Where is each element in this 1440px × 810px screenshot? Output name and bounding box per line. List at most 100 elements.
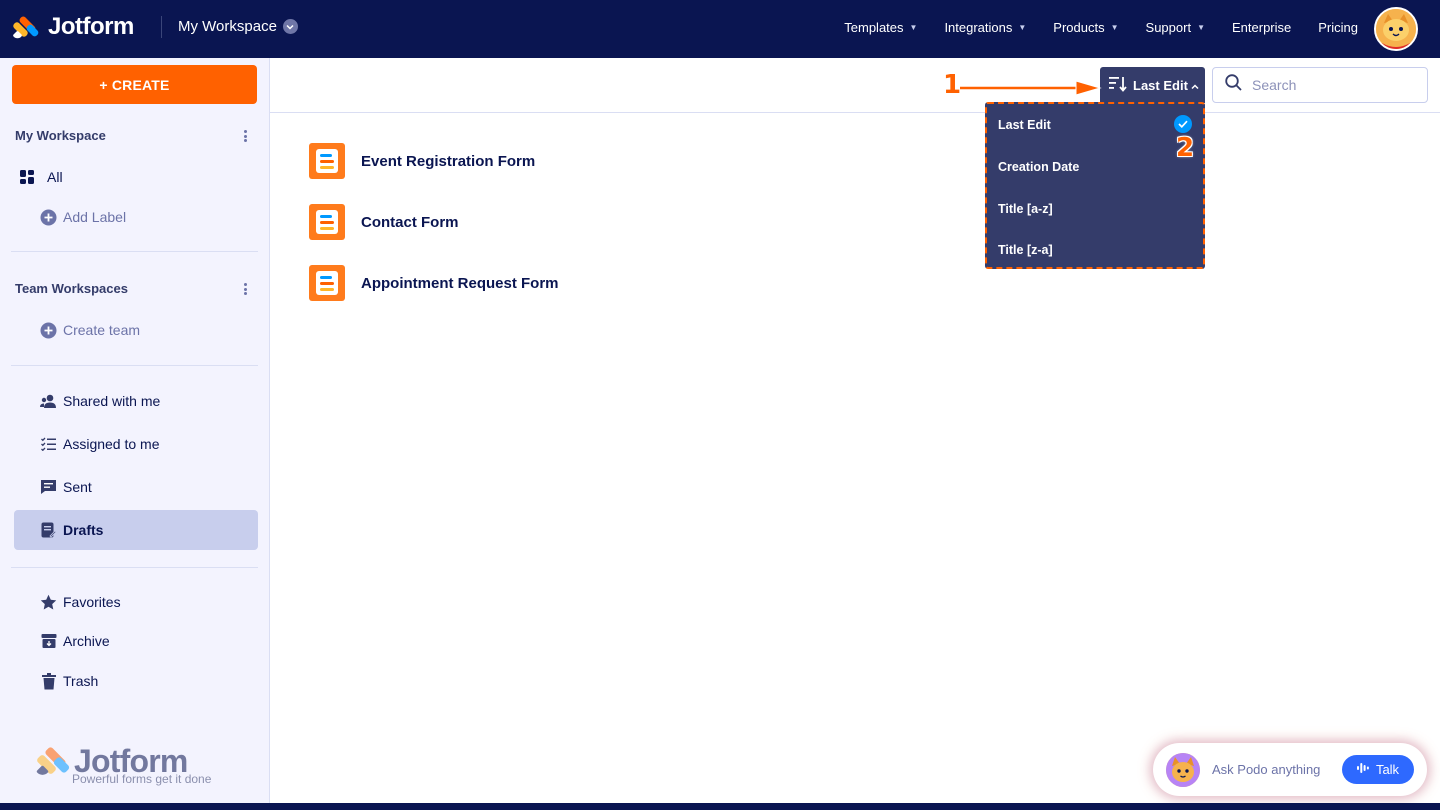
add-label-button[interactable]: Add Label xyxy=(14,197,258,237)
nav-support[interactable]: Support ▼ xyxy=(1146,20,1205,35)
chevron-down-icon: ▼ xyxy=(1197,23,1205,32)
sort-option-last-edit[interactable]: Last Edit xyxy=(998,110,1194,140)
sidebar-item-label: Trash xyxy=(63,673,99,689)
divider xyxy=(11,365,258,366)
draft-icon xyxy=(40,522,57,539)
voice-wave-icon xyxy=(1356,762,1369,777)
nav-integrations[interactable]: Integrations ▼ xyxy=(944,20,1026,35)
plus-circle-icon xyxy=(40,209,57,226)
user-avatar[interactable] xyxy=(1374,7,1418,51)
sort-icon xyxy=(1109,76,1127,95)
form-icon xyxy=(309,143,345,179)
bottom-bar xyxy=(0,803,1440,810)
nav-enterprise[interactable]: Enterprise xyxy=(1232,20,1291,35)
more-options-icon[interactable] xyxy=(240,281,250,297)
sidebar-item-label: Archive xyxy=(63,633,110,649)
message-icon xyxy=(40,479,57,496)
podo-prompt: Ask Podo anything xyxy=(1212,762,1321,777)
nav-link-label: Support xyxy=(1145,20,1192,35)
sort-option-title-az[interactable]: Title [a-z] xyxy=(998,194,1194,224)
workspace-switcher[interactable]: My Workspace xyxy=(178,18,298,35)
check-icon xyxy=(1174,115,1192,133)
checklist-icon xyxy=(40,436,57,453)
annotation-arrow-icon xyxy=(960,80,1102,96)
jotform-logo[interactable]: Jotform xyxy=(12,13,134,41)
archive-icon xyxy=(40,633,57,650)
grid-icon xyxy=(19,169,36,186)
brand-tagline: Powerful forms get it done xyxy=(72,772,212,786)
sidebar-item-drafts[interactable]: Drafts xyxy=(14,510,258,550)
sidebar-item-label: Create team xyxy=(63,322,141,338)
talk-button[interactable]: Talk xyxy=(1342,755,1414,784)
star-icon xyxy=(40,594,57,611)
nav-link-label: Pricing xyxy=(1318,20,1358,35)
nav-link-label: Products xyxy=(1053,20,1105,35)
more-options-icon[interactable] xyxy=(240,128,250,144)
nav-products[interactable]: Products ▼ xyxy=(1053,20,1118,35)
sidebar-item-label: Sent xyxy=(63,479,92,495)
sidebar-brand-watermark: Jotform Powerful forms get it done xyxy=(35,745,212,786)
jotform-logo-icon xyxy=(12,15,40,41)
form-list-item[interactable]: Event Registration Form xyxy=(309,143,535,179)
sort-option-creation-date[interactable]: Creation Date xyxy=(998,152,1194,182)
sidebar-item-assigned[interactable]: Assigned to me xyxy=(14,424,258,464)
chevron-up-icon xyxy=(1191,78,1199,93)
cat-avatar-icon xyxy=(1166,752,1200,787)
brand-name: Jotform xyxy=(48,13,134,40)
sort-button[interactable]: Last Edit xyxy=(1100,67,1205,103)
sidebar-item-label: Drafts xyxy=(63,522,104,538)
form-icon xyxy=(309,204,345,240)
sidebar-item-label: Assigned to me xyxy=(63,436,160,452)
users-icon xyxy=(40,393,57,410)
sidebar: + CREATE My Workspace All Add Label Team… xyxy=(0,58,270,810)
form-title: Contact Form xyxy=(361,213,459,231)
search-input[interactable] xyxy=(1252,77,1412,93)
trash-icon xyxy=(40,672,57,690)
form-title: Event Registration Form xyxy=(361,152,536,170)
create-team-button[interactable]: Create team xyxy=(14,310,258,350)
search-box[interactable] xyxy=(1212,67,1428,103)
sidebar-item-label: All xyxy=(47,169,63,185)
podo-assistant-widget[interactable]: Ask Podo anything Talk xyxy=(1153,743,1427,796)
nav-link-label: Templates xyxy=(844,20,904,35)
annotation-step-2: 2 xyxy=(1176,133,1195,163)
workspace-name: My Workspace xyxy=(178,18,277,35)
form-icon xyxy=(309,265,345,301)
team-workspaces-title: Team Workspaces xyxy=(15,281,128,296)
nav-pricing[interactable]: Pricing xyxy=(1318,20,1358,35)
divider xyxy=(11,251,258,252)
sidebar-item-label: Shared with me xyxy=(63,393,161,409)
sidebar-item-sent[interactable]: Sent xyxy=(14,467,258,507)
chevron-down-icon: ▼ xyxy=(1110,23,1119,32)
nav-link-label: Integrations xyxy=(944,20,1013,35)
sidebar-item-label: Add Label xyxy=(63,209,127,225)
chevron-down-icon: ▼ xyxy=(1018,23,1027,32)
nav-divider xyxy=(161,16,162,38)
my-workspace-title: My Workspace xyxy=(15,128,106,143)
jotform-logo-icon xyxy=(35,746,71,778)
search-icon xyxy=(1225,74,1242,96)
podo-avatar xyxy=(1166,752,1200,787)
chevron-down-icon xyxy=(282,19,298,34)
create-button[interactable]: + CREATE xyxy=(12,65,257,104)
sort-label: Last Edit xyxy=(1133,77,1188,93)
sidebar-item-shared[interactable]: Shared with me xyxy=(14,381,258,421)
divider xyxy=(11,567,258,568)
form-list-item[interactable]: Contact Form xyxy=(309,204,459,240)
sidebar-item-label: Favorites xyxy=(63,594,121,610)
form-title: Appointment Request Form xyxy=(361,274,559,292)
sort-dropdown-menu: Last Edit Creation Date Title [a-z] Titl… xyxy=(985,102,1205,269)
nav-templates[interactable]: Templates ▼ xyxy=(844,20,917,35)
sort-option-title-za[interactable]: Title [z-a] xyxy=(998,235,1194,265)
form-list-item[interactable]: Appointment Request Form xyxy=(309,265,559,301)
top-navigation: Jotform My Workspace Templates ▼ Integrat… xyxy=(0,0,1440,58)
sidebar-item-archive[interactable]: Archive xyxy=(14,621,258,661)
chevron-down-icon: ▼ xyxy=(909,23,918,32)
sidebar-item-all[interactable]: All xyxy=(14,157,258,197)
plus-circle-icon xyxy=(40,322,57,339)
sidebar-item-favorites[interactable]: Favorites xyxy=(14,582,258,622)
nav-links: Templates ▼ Integrations ▼ Products ▼ Suppo… xyxy=(817,20,1358,35)
sidebar-item-trash[interactable]: Trash xyxy=(14,661,258,701)
cat-avatar-icon xyxy=(1376,9,1416,49)
nav-link-label: Enterprise xyxy=(1232,20,1292,35)
